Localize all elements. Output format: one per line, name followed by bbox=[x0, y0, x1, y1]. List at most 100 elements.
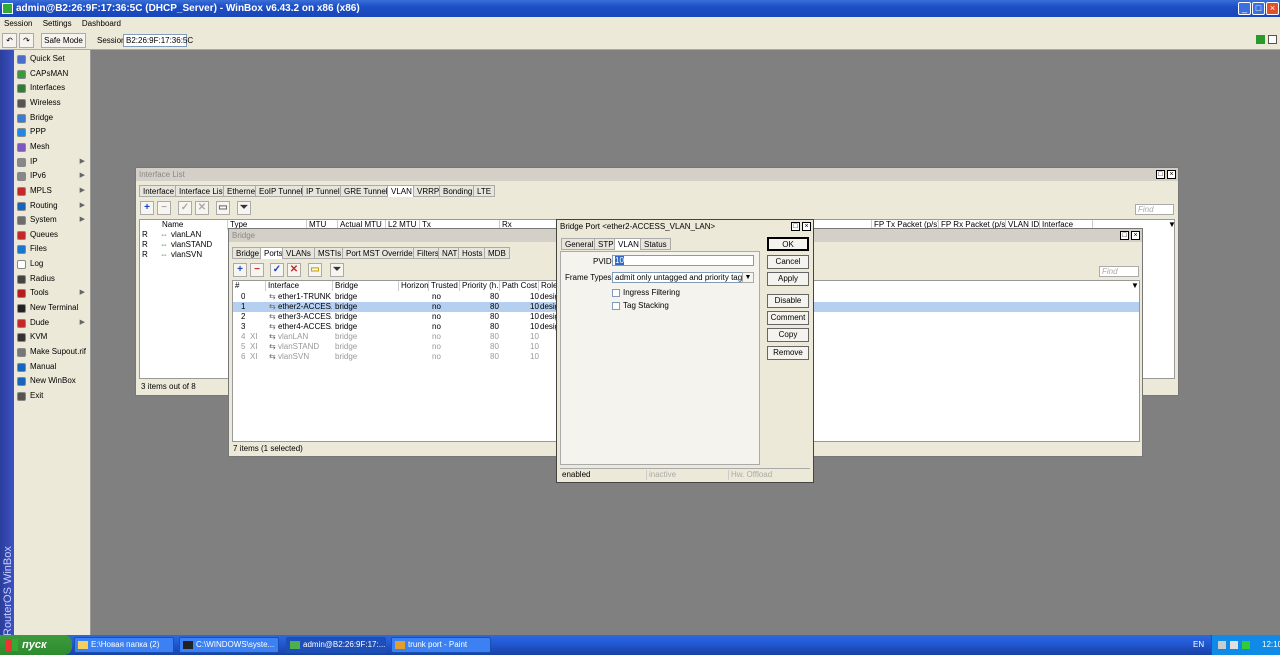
dropdown-icon[interactable]: ▼ bbox=[742, 272, 754, 283]
dialog-tab-vlan[interactable]: VLAN bbox=[614, 238, 643, 250]
sidebar-item-quick-set[interactable]: Quick Set bbox=[15, 52, 91, 66]
enable-icon[interactable]: ✓ bbox=[178, 201, 192, 215]
disable-icon[interactable]: ✕ bbox=[195, 201, 209, 215]
pvid-input[interactable]: 10 bbox=[612, 255, 754, 266]
sidebar-item-ppp[interactable]: PPP bbox=[15, 125, 91, 139]
frame-types-select[interactable]: admit only untagged and priority tagged bbox=[612, 272, 745, 283]
ok-button[interactable]: OK bbox=[767, 237, 809, 251]
sidebar-item-ip[interactable]: IP ▶ bbox=[15, 155, 91, 169]
safe-mode-button[interactable]: Safe Mode bbox=[41, 33, 86, 48]
interface-tab-ip-tunnel[interactable]: IP Tunnel bbox=[302, 185, 344, 197]
session-field[interactable]: B2:26:9F:17:36:5C bbox=[123, 34, 193, 47]
task-paint[interactable]: trunk port - Paint bbox=[391, 637, 491, 653]
sidebar-item-tools[interactable]: Tools ▶ bbox=[15, 286, 91, 300]
close-icon[interactable]: × bbox=[802, 222, 811, 231]
comment-icon[interactable]: ▭ bbox=[308, 263, 322, 277]
disable-button[interactable]: Disable bbox=[767, 294, 809, 308]
minimize-button[interactable]: _ bbox=[1238, 2, 1251, 15]
task-folder[interactable]: E:\Новая папка (2) bbox=[74, 637, 174, 653]
menu-session[interactable]: Session bbox=[4, 19, 32, 28]
menu-settings[interactable]: Settings bbox=[43, 19, 72, 28]
dialog-tab-status[interactable]: Status bbox=[640, 238, 671, 250]
tag-stacking-checkbox[interactable] bbox=[612, 302, 620, 310]
cancel-button[interactable]: Cancel bbox=[767, 255, 809, 269]
dialog-tab-general[interactable]: General bbox=[561, 238, 598, 250]
enable-icon[interactable]: ✓ bbox=[270, 263, 284, 277]
column-header-bridge[interactable]: Bridge bbox=[333, 281, 399, 291]
column-header-horizon[interactable]: Horizon bbox=[399, 281, 429, 291]
start-button[interactable]: пуск bbox=[0, 635, 72, 655]
interface-tab-bonding[interactable]: Bonding bbox=[439, 185, 477, 197]
column-header-priority-h-[interactable]: Priority (h... bbox=[460, 281, 500, 291]
sidebar-item-log[interactable]: Log bbox=[15, 257, 91, 271]
add-icon[interactable]: + bbox=[140, 201, 154, 215]
sidebar-item-files[interactable]: Files bbox=[15, 242, 91, 256]
sidebar-item-new-winbox[interactable]: New WinBox bbox=[15, 374, 91, 388]
sidebar-item-mpls[interactable]: MPLS ▶ bbox=[15, 184, 91, 198]
ingress-filtering-checkbox[interactable] bbox=[612, 289, 620, 297]
comment-button[interactable]: Comment bbox=[767, 311, 809, 325]
redo-icon[interactable]: ↷ bbox=[19, 33, 34, 48]
sidebar-item-bridge[interactable]: Bridge bbox=[15, 111, 91, 125]
tray-app-icon[interactable] bbox=[1242, 641, 1250, 649]
column-header--[interactable]: # bbox=[233, 281, 266, 291]
close-button[interactable]: × bbox=[1266, 2, 1279, 15]
column-menu-icon[interactable]: ▼ bbox=[1168, 220, 1176, 230]
volume-icon[interactable] bbox=[1230, 641, 1238, 649]
sidebar-item-wireless[interactable]: Wireless bbox=[15, 96, 91, 110]
bridge-tab-vlans[interactable]: VLANs bbox=[282, 247, 315, 259]
bridge-tab-port-mst-overrides[interactable]: Port MST Overrides bbox=[342, 247, 421, 259]
sidebar-item-kvm[interactable]: KVM bbox=[15, 330, 91, 344]
sidebar-item-routing[interactable]: Routing ▶ bbox=[15, 199, 91, 213]
maximize-icon[interactable]: □ bbox=[791, 222, 800, 231]
maximize-icon[interactable]: □ bbox=[1120, 231, 1129, 240]
sidebar-item-exit[interactable]: Exit bbox=[15, 389, 91, 403]
column-header-interface[interactable]: Interface bbox=[266, 281, 333, 291]
disable-icon[interactable]: ✕ bbox=[287, 263, 301, 277]
bridge-tab-mdb[interactable]: MDB bbox=[484, 247, 510, 259]
remove-icon[interactable]: − bbox=[157, 201, 171, 215]
sidebar-item-radius[interactable]: Radius bbox=[15, 272, 91, 286]
column-header-path-cost[interactable]: Path Cost bbox=[500, 281, 539, 291]
column-menu-icon[interactable]: ▼ bbox=[1131, 281, 1139, 291]
interface-tab-interface[interactable]: Interface bbox=[139, 185, 179, 197]
sidebar-item-make-supout-rif[interactable]: Make Supout.rif bbox=[15, 345, 91, 359]
interface-tab-eoip-tunnel[interactable]: EoIP Tunnel bbox=[255, 185, 307, 197]
sidebar-item-ipv6[interactable]: IPv6 ▶ bbox=[15, 169, 91, 183]
find-input[interactable]: Find bbox=[1099, 266, 1139, 277]
sidebar-item-system[interactable]: System ▶ bbox=[15, 213, 91, 227]
maximize-icon[interactable]: □ bbox=[1156, 170, 1165, 179]
column-header-name[interactable]: Name bbox=[160, 220, 228, 230]
menu-dashboard[interactable]: Dashboard bbox=[82, 19, 121, 28]
bridge-tab-hosts[interactable]: Hosts bbox=[458, 247, 487, 259]
remove-icon[interactable]: − bbox=[250, 263, 264, 277]
sidebar-item-interfaces[interactable]: Interfaces bbox=[15, 81, 91, 95]
interface-tab-vlan[interactable]: VLAN bbox=[387, 185, 416, 197]
filter-icon[interactable]: ⏷ bbox=[237, 201, 251, 215]
interface-tab-gre-tunnel[interactable]: GRE Tunnel bbox=[340, 185, 392, 197]
remove-button[interactable]: Remove bbox=[767, 346, 809, 360]
add-icon[interactable]: + bbox=[233, 263, 247, 277]
sidebar-item-queues[interactable]: Queues bbox=[15, 228, 91, 242]
column-header-trusted[interactable]: Trusted bbox=[429, 281, 460, 291]
maximize-button[interactable]: □ bbox=[1252, 2, 1265, 15]
find-input[interactable]: Find bbox=[1135, 204, 1174, 215]
sidebar-item-mesh[interactable]: Mesh bbox=[15, 140, 91, 154]
sidebar-item-manual[interactable]: Manual bbox=[15, 360, 91, 374]
close-icon[interactable]: × bbox=[1167, 170, 1176, 179]
comment-icon[interactable]: ▭ bbox=[216, 201, 230, 215]
sidebar-item-new-terminal[interactable]: New Terminal bbox=[15, 301, 91, 315]
bridge-tab-mstis[interactable]: MSTIs bbox=[314, 247, 346, 259]
undo-icon[interactable]: ↶ bbox=[2, 33, 17, 48]
sidebar-item-capsman[interactable]: CAPsMAN bbox=[15, 67, 91, 81]
interface-tab-interface-list[interactable]: Interface List bbox=[175, 185, 229, 197]
task-winbox[interactable]: admin@B2:26:9F:17:... bbox=[286, 637, 386, 653]
network-icon[interactable] bbox=[1218, 641, 1226, 649]
filter-icon[interactable]: ⏷ bbox=[330, 263, 344, 277]
task-cmd[interactable]: C:\WINDOWS\syste... bbox=[179, 637, 279, 653]
interface-tab-lte[interactable]: LTE bbox=[473, 185, 496, 197]
close-icon[interactable]: × bbox=[1131, 231, 1140, 240]
language-indicator[interactable]: EN bbox=[1193, 635, 1204, 655]
apply-button[interactable]: Apply bbox=[767, 272, 809, 286]
window-layout-icon[interactable] bbox=[1268, 35, 1277, 44]
